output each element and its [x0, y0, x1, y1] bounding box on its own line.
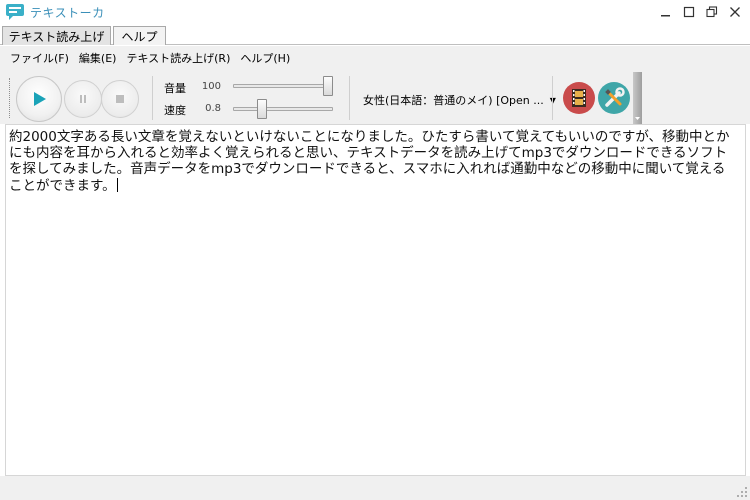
speed-slider-thumb[interactable]: [257, 99, 268, 119]
toolbar-separator: [152, 76, 153, 120]
tab-strip: テキスト読み上げ ヘルプ: [0, 24, 750, 45]
volume-slider-track[interactable]: [233, 84, 333, 88]
maximize-button[interactable]: [677, 0, 701, 24]
toolbar-grip[interactable]: [9, 78, 12, 118]
restore-icon: [706, 6, 718, 18]
overflow-arrow-icon: [635, 117, 640, 120]
minimize-icon: [661, 15, 670, 17]
volume-label: 音量: [164, 82, 186, 95]
volume-value: 100: [201, 81, 221, 92]
voice-select-value: 女性(日本語：普通のメイ) [Open ...: [363, 94, 544, 107]
restore-button[interactable]: [700, 0, 724, 24]
tab-help[interactable]: ヘルプ: [113, 26, 166, 45]
menu-text-reading[interactable]: テキスト読み上げ(R): [121, 48, 235, 68]
speed-slider-track[interactable]: [233, 107, 333, 111]
menu-bar: ファイル(F) 編集(E) テキスト読み上げ(R) ヘルプ(H): [0, 46, 750, 70]
app-icon: [5, 3, 25, 21]
speed-label: 速度: [164, 104, 186, 117]
resize-grip-icon[interactable]: [736, 486, 748, 498]
menu-edit[interactable]: 編集(E): [74, 48, 122, 68]
pause-button[interactable]: [64, 80, 102, 118]
close-icon: [730, 7, 740, 17]
voice-select[interactable]: 女性(日本語：普通のメイ) [Open ... ▼: [363, 92, 556, 108]
settings-tools-icon[interactable]: [598, 82, 630, 114]
speed-value: 0.8: [205, 103, 221, 114]
tab-text-reading[interactable]: テキスト読み上げ: [2, 26, 111, 45]
pause-icon: [80, 95, 86, 103]
volume-slider-thumb[interactable]: [323, 76, 333, 96]
toolbar-separator: [552, 76, 553, 120]
close-button[interactable]: [723, 0, 747, 24]
minimize-button[interactable]: [654, 0, 678, 24]
play-button[interactable]: [16, 76, 62, 122]
status-bar: [0, 476, 750, 500]
toolbar-separator: [349, 76, 350, 120]
text-editor-content[interactable]: 約2000文字ある長い文章を覚えないといけないことになりました。ひたすら書いて覚…: [9, 129, 737, 194]
text-caret: [116, 177, 118, 192]
title-bar: テキストーカ: [0, 0, 750, 24]
maximize-icon: [683, 6, 695, 18]
menu-file[interactable]: ファイル(F): [5, 48, 74, 68]
toolbar: 音量 100 速度 0.8 女性(日本語：普通のメイ) [Open ... ▼: [0, 70, 750, 124]
movie-icon[interactable]: [563, 82, 595, 114]
menu-help[interactable]: ヘルプ(H): [235, 48, 295, 68]
stop-icon: [116, 95, 124, 103]
toolbar-overflow-button[interactable]: [633, 72, 642, 124]
play-icon: [34, 92, 46, 106]
window-title: テキストーカ: [30, 6, 105, 20]
stop-button[interactable]: [101, 80, 139, 118]
